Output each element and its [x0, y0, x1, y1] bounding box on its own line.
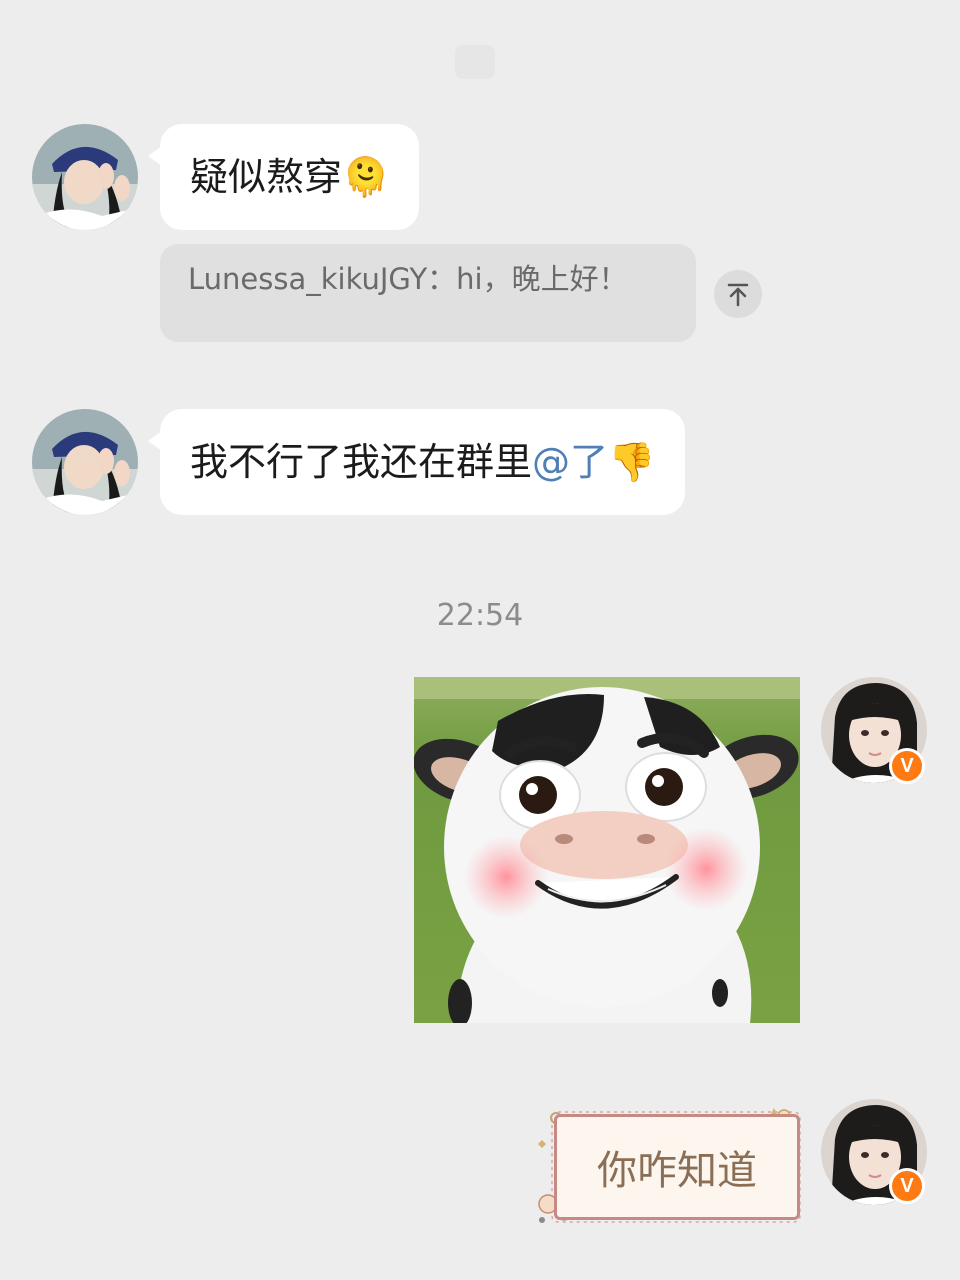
- verified-letter: V: [900, 754, 914, 777]
- top-hint-pill: [455, 45, 495, 79]
- message-bubble-2[interactable]: 我不行了我还在群里@了👎: [147, 409, 686, 515]
- jump-to-quote-button[interactable]: [714, 270, 762, 318]
- sticker-image[interactable]: [414, 677, 800, 1023]
- quoted-message[interactable]: Lunessa_kikuJGY：hi，晚上好！: [160, 244, 696, 342]
- quoted-message-text: Lunessa_kikuJGY：hi，晚上好！: [188, 262, 628, 296]
- message-text: 你咋知道: [597, 1148, 757, 1194]
- message-text: 我不行了我还在群里: [190, 440, 533, 484]
- thumbs-down-emoji: 👎: [608, 440, 656, 484]
- v-badge-icon: V: [889, 748, 925, 784]
- cow-sticker-illustration: [414, 677, 800, 1023]
- message-bubble-4[interactable]: 你咋知道: [554, 1114, 800, 1220]
- sender-avatar[interactable]: [32, 409, 138, 515]
- mention-link[interactable]: @了: [532, 440, 608, 484]
- sender-avatar-image: [32, 124, 138, 230]
- sender-avatar-image: [32, 409, 138, 515]
- sender-avatar[interactable]: [32, 124, 138, 230]
- v-badge-icon: V: [889, 1168, 925, 1204]
- message-bubble-1[interactable]: 疑似熬穿🫠: [147, 124, 420, 230]
- arrow-to-top-icon: [727, 283, 749, 307]
- melting-face-emoji: 🫠: [342, 155, 390, 199]
- message-text: 疑似熬穿: [190, 155, 343, 199]
- verified-letter: V: [900, 1174, 914, 1197]
- message-timestamp: 22:54: [436, 598, 524, 633]
